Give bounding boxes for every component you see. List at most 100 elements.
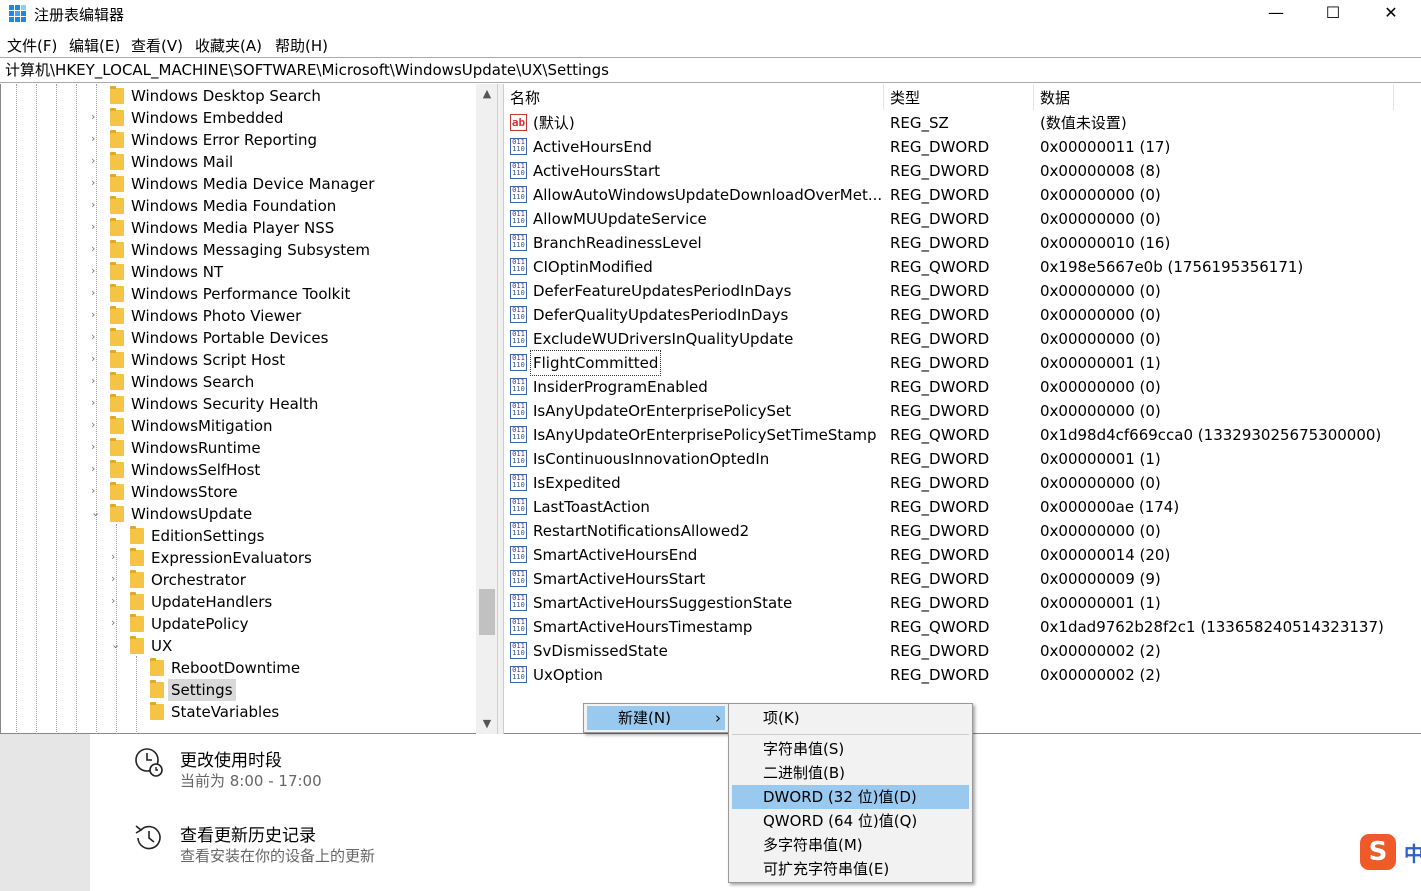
tree-node[interactable]: › ExpressionEvaluators [1, 547, 479, 569]
close-button[interactable]: ✕ [1362, 0, 1420, 28]
value-row[interactable]: 011 110 IsExpedited REG_DWORD 0x00000000 (0… [504, 471, 1421, 495]
tree-node[interactable]: › Windows Script Host [1, 349, 479, 371]
scroll-up-icon[interactable]: ▲ [476, 84, 497, 104]
submenu-item-dword[interactable]: DWORD (32 位)值(D) [732, 785, 969, 809]
expander-chevron-icon[interactable]: › [91, 462, 101, 476]
expander-chevron-icon[interactable]: › [91, 132, 101, 146]
tree-node[interactable]: › Windows Media Foundation [1, 195, 479, 217]
value-row[interactable]: 011 110 SvDismissedState REG_DWORD 0x000000… [504, 639, 1421, 663]
tree-node[interactable]: › UpdatePolicy [1, 613, 479, 635]
expander-chevron-icon[interactable]: › [91, 176, 101, 190]
menu-help[interactable]: 帮助(H) [275, 35, 328, 56]
menu-item-new[interactable]: 新建(N) › [587, 706, 725, 730]
value-row[interactable]: 011 110 DeferFeatureUpdatesPeriodInDays RE… [504, 279, 1421, 303]
expander-chevron-icon[interactable]: › [91, 110, 101, 124]
expander-chevron-icon[interactable] [131, 660, 141, 674]
tree-node[interactable]: ⌄ WindowsUpdate [1, 503, 479, 525]
menu-file[interactable]: 文件(F) [7, 35, 57, 56]
tree-node[interactable]: › Windows Media Player NSS [1, 217, 479, 239]
tree-node[interactable]: ⌄ UX [1, 635, 479, 657]
value-row[interactable]: 011 110 InsiderProgramEnabled REG_DWORD 0x0… [504, 375, 1421, 399]
tree-node[interactable]: › WindowsSelfHost [1, 459, 479, 481]
scroll-down-icon[interactable]: ▼ [476, 714, 497, 734]
submenu-item-binary[interactable]: 二进制值(B) [732, 761, 969, 785]
tree-node[interactable]: › Windows Portable Devices [1, 327, 479, 349]
value-row[interactable]: 011 110 DeferQualityUpdatesPeriodInDays RE… [504, 303, 1421, 327]
tree-node[interactable]: › UpdateHandlers [1, 591, 479, 613]
value-row[interactable]: 011 110 SmartActiveHoursTimestamp REG_QWOR… [504, 615, 1421, 639]
value-row[interactable]: 011 110 AllowAutoWindowsUpdateDownloadOve… [504, 183, 1421, 207]
column-header-type[interactable]: 类型 [884, 84, 1034, 110]
address-bar[interactable]: 计算机\HKEY_LOCAL_MACHINE\SOFTWARE\Microsof… [0, 57, 1421, 83]
expander-chevron-icon[interactable]: › [91, 396, 101, 410]
value-row[interactable]: 011 110 IsContinuousInnovationOptedIn REG_… [504, 447, 1421, 471]
tree-scrollbar[interactable]: ▲ ▼ [476, 84, 497, 734]
value-row[interactable]: 011 110 ActiveHoursStart REG_DWORD 0x000000… [504, 159, 1421, 183]
tree-node[interactable]: Settings [1, 679, 479, 701]
expander-chevron-icon[interactable]: › [91, 308, 101, 322]
column-header-name[interactable]: 名称 [504, 84, 884, 110]
tree-node[interactable]: › Windows Performance Toolkit [1, 283, 479, 305]
value-row[interactable]: ab (默认) REG_SZ (数值未设置) [504, 111, 1421, 135]
expander-chevron-icon[interactable]: › [91, 242, 101, 256]
expander-chevron-icon[interactable]: › [91, 154, 101, 168]
tree-node[interactable]: RebootDowntime [1, 657, 479, 679]
tree-node[interactable]: › Orchestrator [1, 569, 479, 591]
submenu-item-string[interactable]: 字符串值(S) [732, 737, 969, 761]
minimize-button[interactable]: — [1247, 0, 1305, 28]
tree-node[interactable]: › Windows Photo Viewer [1, 305, 479, 327]
expander-chevron-icon[interactable] [131, 704, 141, 718]
expander-chevron-icon[interactable]: › [91, 286, 101, 300]
menu-view[interactable]: 查看(V) [131, 35, 183, 56]
value-row[interactable]: 011 110 CIOptinModified REG_QWORD 0x198e566… [504, 255, 1421, 279]
value-row[interactable]: 011 110 RestartNotificationsAllowed2 REG_D… [504, 519, 1421, 543]
expander-chevron-icon[interactable]: › [91, 330, 101, 344]
value-row[interactable]: 011 110 FlightCommitted REG_DWORD 0x0000000… [504, 350, 1421, 376]
value-row[interactable]: 011 110 IsAnyUpdateOrEnterprisePolicySetT… [504, 423, 1421, 447]
value-row[interactable]: 011 110 ExcludeWUDriversInQualityUpdate RE… [504, 327, 1421, 351]
tree-node[interactable]: › WindowsStore [1, 481, 479, 503]
value-row[interactable]: 011 110 SmartActiveHoursStart REG_DWORD 0x0… [504, 567, 1421, 591]
tree-node[interactable]: › Windows Security Health [1, 393, 479, 415]
value-row[interactable]: 011 110 AllowMUUpdateService REG_DWORD 0x00… [504, 207, 1421, 231]
submenu-item-key[interactable]: 项(K) [732, 706, 969, 730]
menu-edit[interactable]: 编辑(E) [69, 35, 120, 56]
expander-chevron-icon[interactable]: › [111, 572, 121, 586]
submenu-item-expandable-string[interactable]: 可扩充字符串值(E) [732, 857, 969, 881]
expander-chevron-icon[interactable]: ⌄ [91, 506, 101, 520]
expander-chevron-icon[interactable] [91, 88, 101, 102]
value-row[interactable]: 011 110 SmartActiveHoursSuggestionState RE… [504, 591, 1421, 615]
expander-chevron-icon[interactable]: › [91, 484, 101, 498]
value-row[interactable]: 011 110 IsAnyUpdateOrEnterprisePolicySet R… [504, 399, 1421, 423]
tree-node[interactable]: › Windows Error Reporting [1, 129, 479, 151]
expander-chevron-icon[interactable]: › [91, 220, 101, 234]
tree-node[interactable]: › WindowsRuntime [1, 437, 479, 459]
submenu-item-qword[interactable]: QWORD (64 位)值(Q) [732, 809, 969, 833]
maximize-button[interactable]: ☐ [1304, 0, 1362, 28]
scroll-thumb[interactable] [479, 589, 495, 635]
tree-node[interactable]: › Windows NT [1, 261, 479, 283]
pane-splitter[interactable] [497, 84, 504, 734]
tree-node[interactable]: › WindowsMitigation [1, 415, 479, 437]
column-header-data[interactable]: 数据 [1034, 84, 1394, 110]
expander-chevron-icon[interactable]: ⌄ [111, 638, 121, 652]
expander-chevron-icon[interactable]: › [91, 198, 101, 212]
tree-node[interactable]: › Windows Messaging Subsystem [1, 239, 479, 261]
tree-node[interactable]: StateVariables [1, 701, 479, 723]
tree-node[interactable]: EditionSettings [1, 525, 479, 547]
expander-chevron-icon[interactable]: › [111, 616, 121, 630]
registry-tree[interactable]: Windows Desktop Search › Windows Embedded ›… [0, 84, 497, 734]
ime-indicator[interactable]: S 中 [1358, 832, 1421, 872]
expander-chevron-icon[interactable]: › [91, 374, 101, 388]
tree-node[interactable]: › Windows Search [1, 371, 479, 393]
expander-chevron-icon[interactable]: › [91, 418, 101, 432]
value-row[interactable]: 011 110 UxOption REG_DWORD 0x00000002 (2) [504, 663, 1421, 687]
expander-chevron-icon[interactable]: › [91, 352, 101, 366]
tree-node[interactable]: › Windows Media Device Manager [1, 173, 479, 195]
values-list[interactable]: 名称 类型 数据 ab (默认) REG_SZ (数值未设置) 011 110 Activ… [504, 84, 1421, 734]
expander-chevron-icon[interactable] [111, 528, 121, 542]
expander-chevron-icon[interactable]: › [91, 264, 101, 278]
expander-chevron-icon[interactable]: › [111, 550, 121, 564]
value-row[interactable]: 011 110 LastToastAction REG_DWORD 0x000000a… [504, 495, 1421, 519]
tree-node[interactable]: Windows Desktop Search [1, 85, 479, 107]
